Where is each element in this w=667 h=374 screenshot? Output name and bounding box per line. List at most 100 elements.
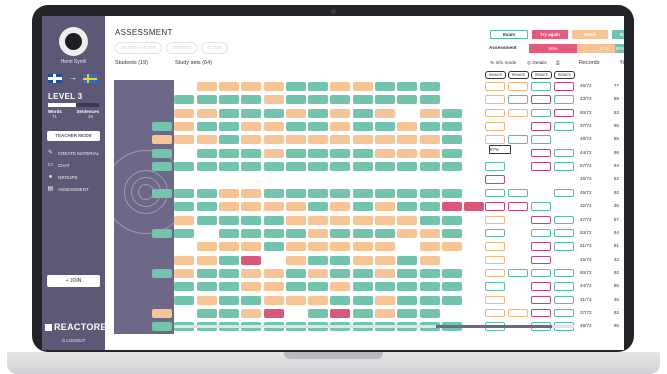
study-set-cell[interactable] <box>330 188 351 198</box>
study-set-cell[interactable] <box>375 108 395 118</box>
study-set-cell[interactable] <box>263 162 284 172</box>
study-set-cell[interactable] <box>308 295 329 305</box>
study-set-cell[interactable] <box>218 82 239 91</box>
study-set-cell[interactable] <box>330 295 351 305</box>
study-set-cell[interactable] <box>330 308 351 318</box>
study-set-cell[interactable] <box>375 215 395 225</box>
study-set-cell[interactable] <box>352 255 373 265</box>
study-set-cell[interactable] <box>308 202 329 212</box>
study-set-cell[interactable] <box>419 202 440 212</box>
study-set-cell[interactable] <box>397 148 418 158</box>
study-set-cell[interactable] <box>174 215 195 225</box>
study-set-cell[interactable] <box>330 148 351 158</box>
study-set-cell[interactable] <box>397 202 418 212</box>
study-set-cell[interactable] <box>241 95 262 105</box>
study-set-cell[interactable] <box>308 255 329 265</box>
study-set-cell[interactable] <box>174 95 195 105</box>
legend-good[interactable]: Good <box>572 30 608 39</box>
study-set-cell[interactable] <box>441 268 462 278</box>
study-set-cell[interactable] <box>397 82 418 91</box>
remate-button[interactable]: REMATE <box>485 71 506 79</box>
remate-result-cell[interactable] <box>531 242 551 251</box>
remate-result-cell[interactable] <box>485 95 505 104</box>
study-set-cell[interactable] <box>352 282 373 292</box>
study-set-cell[interactable] <box>419 148 440 158</box>
remate-result-cell[interactable] <box>531 148 551 158</box>
study-set-cell[interactable] <box>441 135 462 145</box>
study-set-cell[interactable] <box>441 202 462 212</box>
study-set-cell[interactable] <box>330 242 351 252</box>
study-set-cell[interactable] <box>218 202 239 212</box>
study-set-cell[interactable] <box>263 135 284 145</box>
remate-result-cell[interactable] <box>554 148 574 158</box>
study-set-cell[interactable] <box>196 308 217 318</box>
study-set-cell[interactable] <box>285 282 306 292</box>
study-set-cell[interactable] <box>196 148 217 158</box>
study-set-cell[interactable] <box>419 135 440 145</box>
study-set-cell[interactable] <box>308 188 329 198</box>
study-set-cell[interactable] <box>352 95 373 105</box>
avatar[interactable] <box>59 27 88 56</box>
study-set-cell[interactable] <box>352 148 373 158</box>
study-set-cell[interactable] <box>218 135 239 145</box>
remate-result-cell[interactable] <box>531 215 551 224</box>
study-set-cell[interactable] <box>375 308 395 318</box>
study-set-cell[interactable] <box>375 268 395 278</box>
remate-result-cell[interactable] <box>554 162 574 171</box>
remate-result-cell[interactable] <box>554 188 574 198</box>
remate-result-cell[interactable] <box>531 295 551 305</box>
study-set-cell[interactable] <box>196 135 217 145</box>
sidebar-item-chat[interactable]: ▭ CHAT <box>47 159 103 171</box>
study-set-cell[interactable] <box>152 162 172 172</box>
remate-result-cell[interactable] <box>531 255 551 265</box>
study-set-cell[interactable] <box>241 228 262 238</box>
study-set-cell[interactable] <box>263 122 284 132</box>
study-set-cell[interactable] <box>308 308 329 318</box>
study-set-cell[interactable] <box>263 308 284 318</box>
study-set-cell[interactable] <box>330 202 351 212</box>
study-set-cell[interactable] <box>241 295 262 305</box>
study-set-cell[interactable] <box>308 122 329 132</box>
study-set-cell[interactable] <box>397 95 418 105</box>
study-set-cell[interactable] <box>263 108 284 118</box>
study-set-cell[interactable] <box>218 282 239 292</box>
remate-result-cell[interactable] <box>485 268 505 278</box>
remate-result-cell[interactable] <box>554 95 574 104</box>
study-set-cell[interactable] <box>308 95 329 105</box>
language-pair[interactable]: → <box>48 73 99 85</box>
sidebar-item-assessment[interactable]: ▤ ASSESSMENT <box>47 183 103 195</box>
study-set-cell[interactable] <box>218 95 239 105</box>
study-set-cell[interactable] <box>352 215 373 225</box>
study-set-cell[interactable] <box>285 122 306 132</box>
study-set-cell[interactable] <box>397 268 418 278</box>
info-mode-toggle[interactable]: % Info mode <box>490 60 516 65</box>
study-set-cell[interactable] <box>285 242 306 252</box>
study-set-cell[interactable] <box>441 162 462 172</box>
study-set-cell[interactable] <box>196 215 217 225</box>
study-set-cell[interactable] <box>218 148 239 158</box>
study-set-cell[interactable] <box>285 95 306 105</box>
study-set-cell[interactable] <box>196 202 217 212</box>
remate-result-cell[interactable] <box>485 162 505 171</box>
horizontal-scrollbar[interactable] <box>174 325 574 328</box>
remate-result-cell[interactable] <box>508 95 528 104</box>
study-set-cell[interactable] <box>419 82 440 91</box>
study-set-cell[interactable] <box>196 268 217 278</box>
remate-result-cell[interactable] <box>485 188 505 198</box>
study-set-cell[interactable] <box>263 95 284 105</box>
study-set-cell[interactable] <box>174 108 195 118</box>
study-set-cell[interactable] <box>330 95 351 105</box>
study-set-cell[interactable] <box>285 82 306 91</box>
study-set-cell[interactable] <box>196 82 217 91</box>
study-set-cell[interactable] <box>241 255 262 265</box>
study-set-cell[interactable] <box>285 255 306 265</box>
study-set-cell[interactable] <box>397 308 418 318</box>
study-set-cell[interactable] <box>397 215 418 225</box>
remate-result-cell[interactable] <box>485 308 505 318</box>
study-set-cell[interactable] <box>218 188 239 198</box>
study-set-cell[interactable] <box>241 122 262 132</box>
study-set-cell[interactable] <box>352 308 373 318</box>
study-set-cell[interactable] <box>330 282 351 292</box>
study-set-cell[interactable] <box>375 95 395 105</box>
study-set-cell[interactable] <box>352 295 373 305</box>
